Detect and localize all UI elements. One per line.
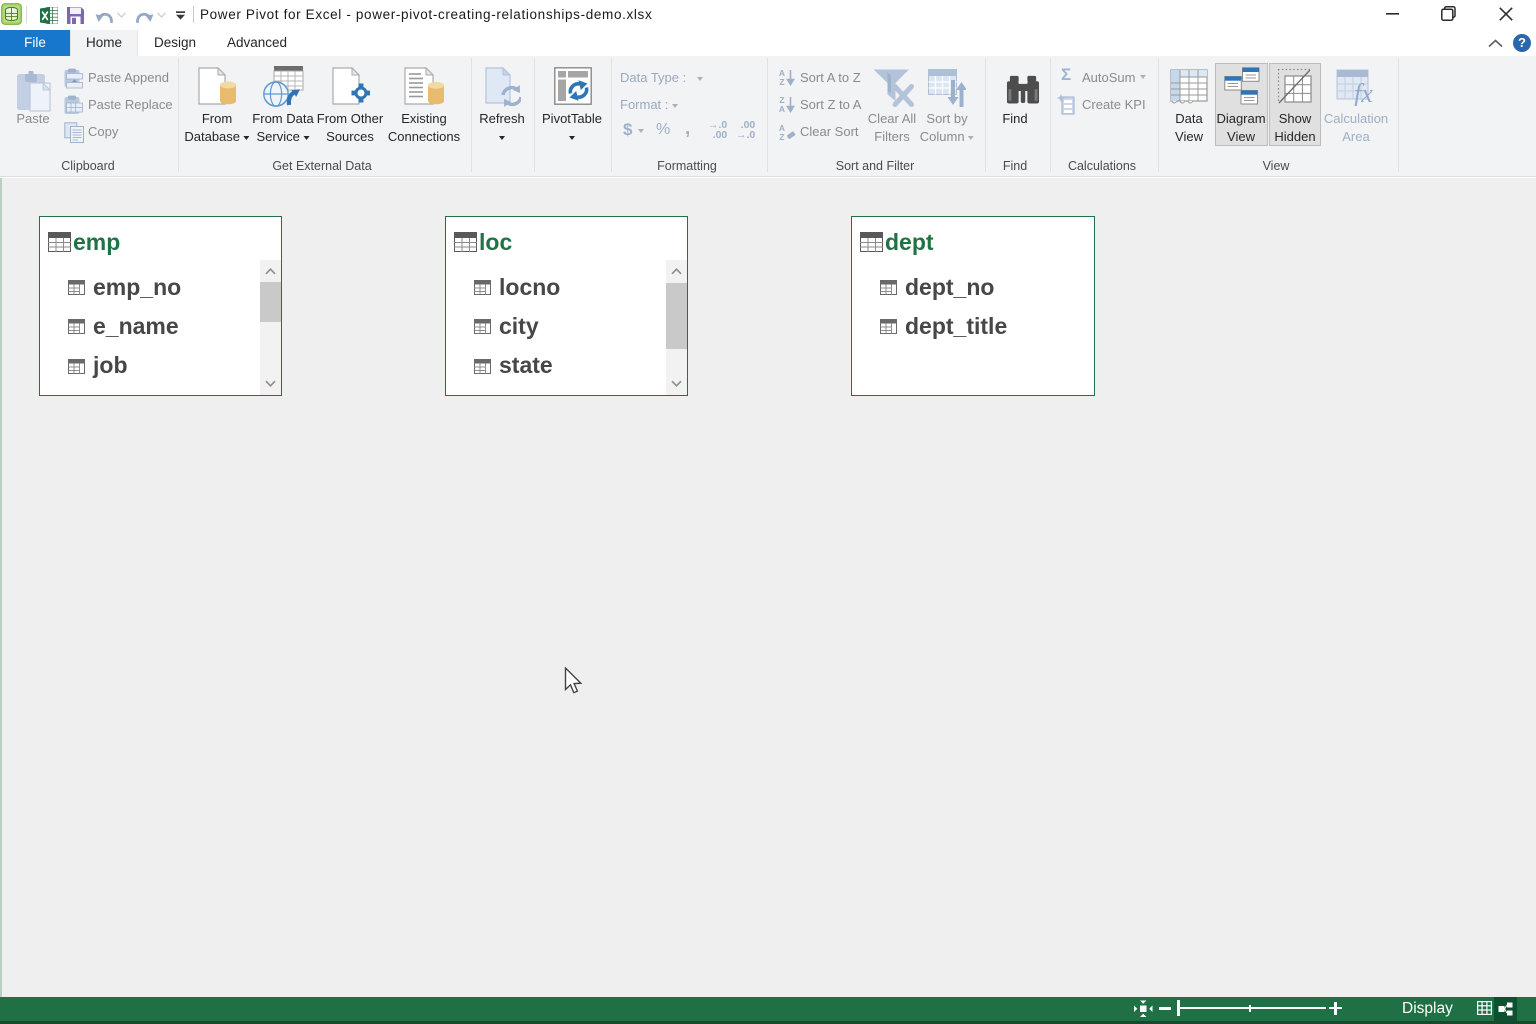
svg-text:fx: fx (1354, 79, 1373, 106)
svg-text:Z: Z (779, 132, 784, 141)
svg-text:A: A (779, 104, 785, 113)
svg-text:Z: Z (779, 77, 784, 86)
